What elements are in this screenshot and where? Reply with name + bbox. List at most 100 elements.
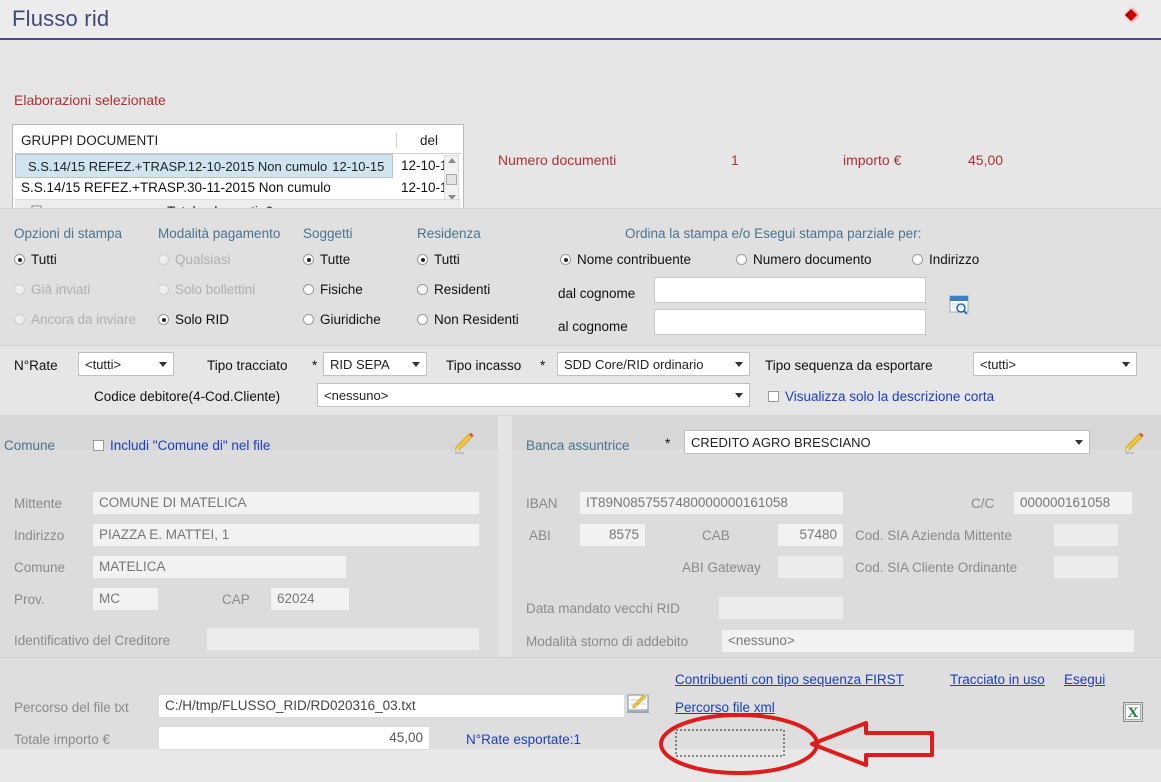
selection-legend: Elaborazioni selezionate [14,92,166,108]
dal-cognome-label: dal cognome [558,286,636,301]
totale-importo-value[interactable]: 45,00 [158,726,430,750]
column-header-del: del [396,132,461,148]
radio-indicator [417,254,428,265]
radio-opzioni-gia-inviati: Già inviati [14,282,90,297]
radio-soggetti-giuridiche[interactable]: Giuridiche [303,312,381,327]
notepad-edit-icon[interactable] [626,692,650,716]
indirizzo-label: Indirizzo [14,528,65,543]
banca-assuntrice-select[interactable]: CREDITO AGRO BRESCIANO [684,430,1090,454]
modalita-storno-value[interactable]: <nessuno> [721,629,1135,653]
page-title: Flusso rid [12,6,110,31]
scroll-up-icon[interactable] [447,158,456,163]
comune-panel: Comune Includi "Comune di" nel file Mitt… [0,416,498,658]
codice-debitore-select[interactable]: <nessuno> [317,383,750,407]
mittente-value[interactable]: COMUNE DI MATELICA [92,491,480,515]
radio-indicator [417,284,428,295]
radio-indicator [417,314,428,325]
details-section: Comune Includi "Comune di" nel file Mitt… [0,415,1161,658]
listbox-scrollbar[interactable] [444,155,459,203]
prov-label: Prov. [14,592,45,607]
data-mandato-value[interactable] [718,596,844,620]
scrollbar-thumb[interactable] [446,173,457,185]
iban-value[interactable]: IT89N0857557480000000161058 [579,491,844,515]
footer-section: Contribuenti con tipo sequenza FIRST Tra… [0,657,1161,750]
radio-label: Solo RID [175,312,230,327]
radio-pagamento-solo-rid[interactable]: Solo RID [158,312,229,327]
table-row[interactable]: S.S.14/15 REFEZ.+TRASP.12-10-2015 Non cu… [15,154,394,178]
radio-label: Tutti [434,252,460,267]
excel-export-icon[interactable]: X [1123,702,1143,722]
radio-residenza-non-residenti[interactable]: Non Residenti [417,312,519,327]
radio-sort-indirizzo[interactable]: Indirizzo [912,252,979,267]
abi-gateway-value[interactable] [777,555,844,579]
row-name: S.S.14/15 REFEZ.+TRASP.12-10-2015 Non cu… [28,158,328,174]
row-name: S.S.14/15 REFEZ.+TRASP.30-11-2015 Non cu… [21,179,331,195]
link-percorso-file-xml[interactable]: Percorso file xml [675,700,775,715]
radio-label: Qualsiasi [175,252,231,267]
radio-indicator [912,254,923,265]
radio-indicator [736,254,747,265]
cab-value[interactable]: 57480 [777,523,844,547]
radio-sort-numero-documento[interactable]: Numero documento [736,252,872,267]
percorso-file-txt-value[interactable]: C:/H/tmp/FLUSSO_RID/RD020316_03.txt [158,694,625,718]
listbox-header: GRUPPI DOCUMENTI del [15,127,461,154]
radio-soggetti-fisiche[interactable]: Fisiche [303,282,363,297]
chevron-down-icon [1122,362,1130,367]
cc-value[interactable]: 000000161058 [1013,491,1133,515]
radio-sort-nome-contribuente[interactable]: Nome contribuente [560,252,691,267]
radio-soggetti-tutte[interactable]: Tutte [303,252,350,267]
chevron-down-icon [735,362,743,367]
identificativo-creditore-value[interactable] [206,627,480,651]
totale-importo-label: Totale importo € [14,732,111,747]
comune-value[interactable]: MATELICA [92,555,347,579]
radio-opzioni-tutti[interactable]: Tutti [14,252,57,267]
pencil-edit-icon[interactable] [1122,431,1146,455]
cod-sia-cliente-value[interactable] [1053,555,1119,579]
table-row[interactable]: S.S.14/15 REFEZ.+TRASP.30-11-2015 Non cu… [15,176,461,198]
radio-indicator [14,254,25,265]
importo-label: importo € [843,152,902,168]
chevron-down-icon [412,362,420,367]
visualizza-descrizione-corta-checkbox[interactable]: Visualizza solo la descrizione corta [768,389,994,404]
tracciato-section: N°Rate <tutti> Tipo tracciato * RID SEPA… [0,345,1161,415]
radio-label: Numero documento [753,252,872,267]
abi-value[interactable]: 8575 [579,523,646,547]
includi-comune-checkbox[interactable]: Includi "Comune di" nel file [93,438,270,453]
cod-sia-azienda-value[interactable] [1053,523,1119,547]
comune-label: Comune [14,560,66,575]
link-esegui[interactable]: Esegui [1064,672,1105,687]
tipo-sequenza-select[interactable]: <tutti> [973,352,1137,376]
radio-indicator [14,314,25,325]
link-tracciato-in-uso[interactable]: Tracciato in uso [950,672,1045,687]
radio-indicator [158,284,169,295]
radio-label: Solo bollettini [175,282,256,297]
tipo-tracciato-select[interactable]: RID SEPA [323,352,427,376]
radio-label: Giuridiche [320,312,381,327]
tipo-tracciato-label: Tipo tracciato [207,358,288,373]
tipo-sequenza-label: Tipo sequenza da esportare [765,358,933,373]
radio-label: Non Residenti [434,312,519,327]
radio-label: Fisiche [320,282,363,297]
chevron-down-icon [735,393,743,398]
radio-label: Tutte [320,252,351,267]
calendar-search-icon[interactable] [948,293,970,315]
pencil-edit-icon[interactable] [452,431,476,455]
includi-comune-label: Includi "Comune di" nel file [110,438,271,453]
link-contribuenti-first[interactable]: Contribuenti con tipo sequenza FIRST [675,672,904,687]
prov-value[interactable]: MC [92,587,159,611]
banca-panel-title: Banca assuntrice [526,438,630,453]
indirizzo-value[interactable]: PIAZZA E. MATTEI, 1 [92,523,480,547]
column-header-gruppi: GRUPPI DOCUMENTI [21,132,159,148]
cod-sia-cliente-label: Cod. SIA Cliente Ordinante [855,560,1018,575]
importo-value: 45,00 [968,152,1004,168]
tipo-tracciato-value: RID SEPA [330,356,390,372]
n-rate-select[interactable]: <tutti> [78,352,174,376]
cap-value[interactable]: 62024 [270,587,350,611]
radio-residenza-tutti[interactable]: Tutti [417,252,460,267]
tipo-incasso-select[interactable]: SDD Core/RID ordinario [557,352,750,376]
dal-cognome-input[interactable] [654,277,926,303]
n-rate-esportate-label: N°Rate esportate:1 [466,732,581,747]
al-cognome-input[interactable] [654,309,926,335]
radio-residenza-residenti[interactable]: Residenti [417,282,490,297]
red-arrow-exit-icon[interactable] [1115,4,1141,30]
